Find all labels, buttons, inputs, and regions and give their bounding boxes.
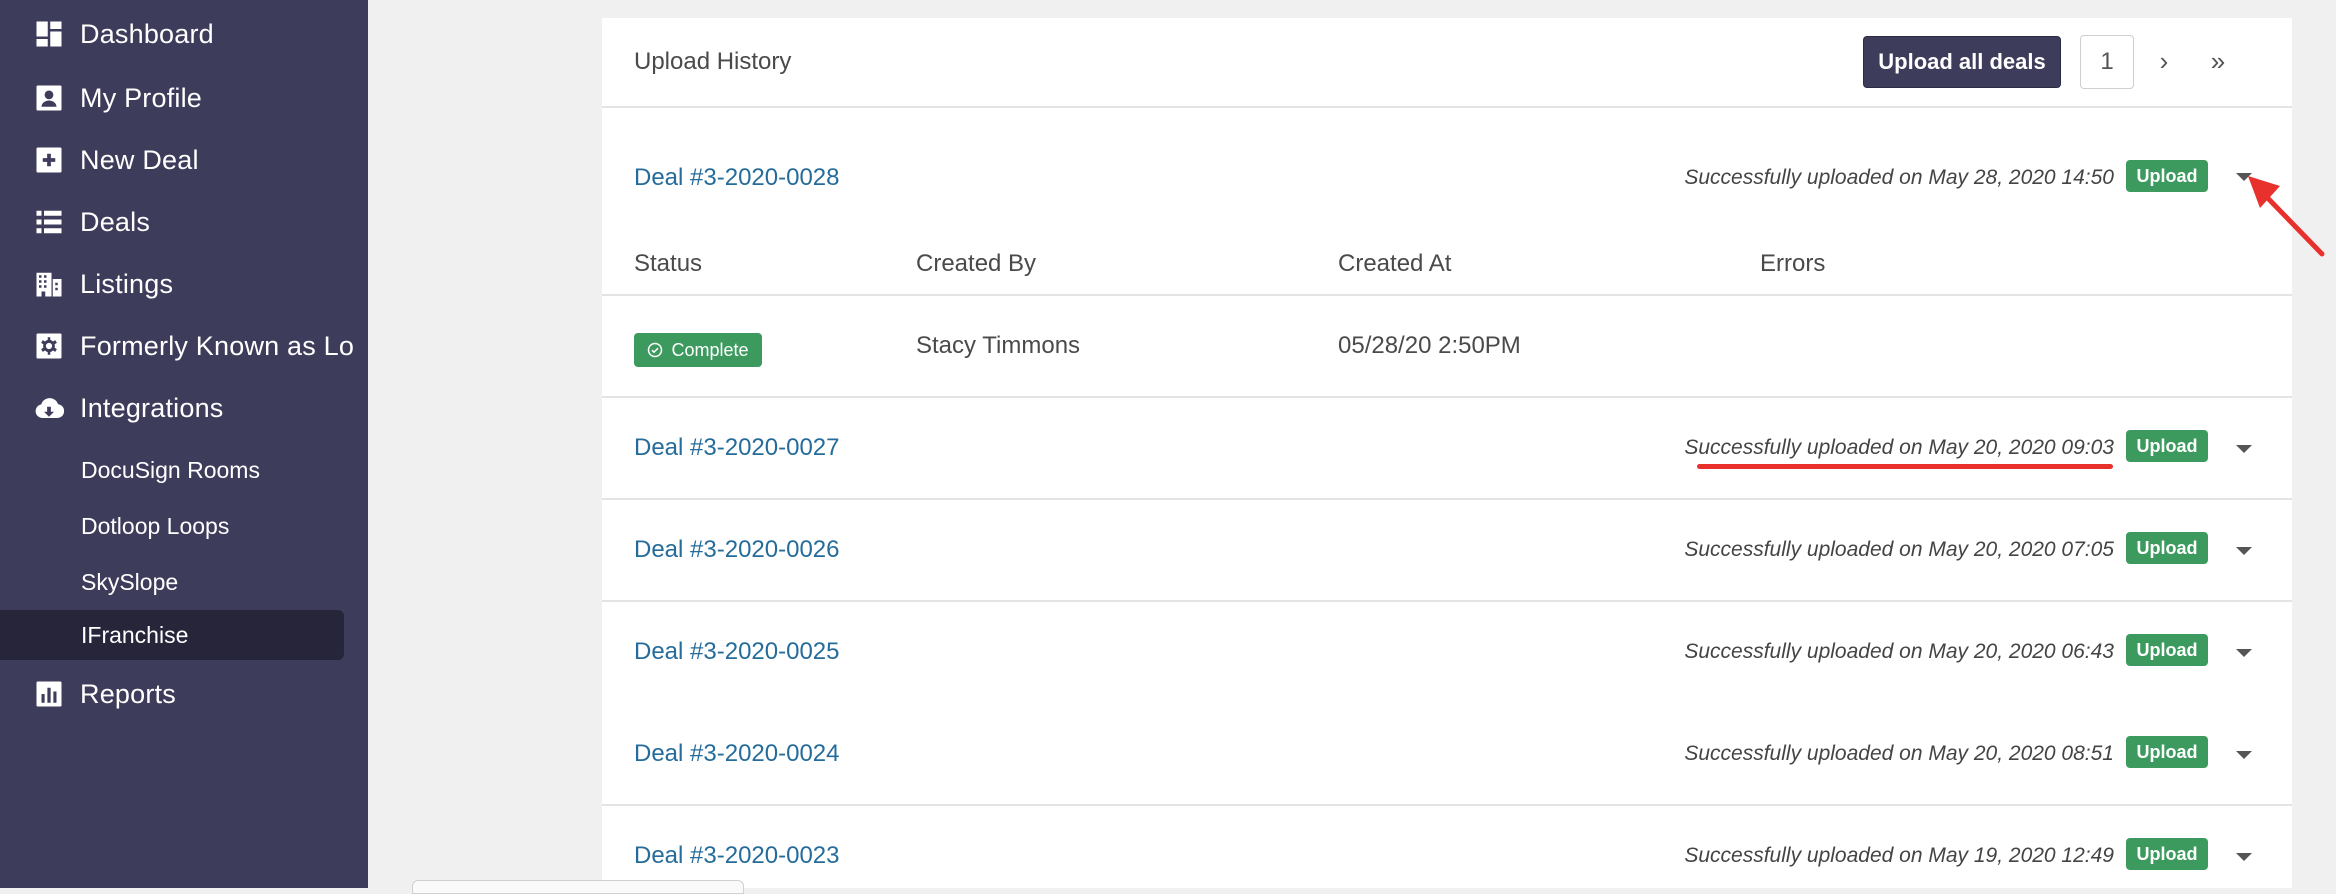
upload-button[interactable]: Upload bbox=[2126, 160, 2208, 192]
sidebar-item-label: Dashboard bbox=[80, 18, 214, 49]
sidebar-item-label: New Deal bbox=[80, 144, 199, 175]
sidebar-item-label: Integrations bbox=[80, 392, 224, 423]
deal-link[interactable]: Deal #3-2020-0023 bbox=[634, 842, 840, 870]
deal-upload-status: Successfully uploaded on May 20, 2020 07… bbox=[1684, 538, 2114, 561]
profile-icon bbox=[34, 83, 64, 113]
chevron-down-icon[interactable] bbox=[2234, 642, 2254, 662]
sidebar-item-label: Reports bbox=[80, 678, 176, 709]
upload-button[interactable]: Upload bbox=[2126, 736, 2208, 768]
sidebar-item-integrations[interactable]: Integrations bbox=[0, 380, 368, 436]
column-header-created-at: Created At bbox=[1338, 250, 1452, 277]
sidebar-item-formerly-known-as[interactable]: Formerly Known as Lo bbox=[0, 318, 368, 374]
chevron-down-icon[interactable] bbox=[2234, 438, 2254, 458]
sidebar-subitem-label: Dotloop Loops bbox=[81, 512, 230, 539]
upload-detail-row: Complete Stacy Timmons 05/28/20 2:50PM bbox=[602, 296, 2292, 398]
deal-upload-status: Successfully uploaded on May 28, 2020 14… bbox=[1684, 166, 2114, 189]
sidebar-item-deals[interactable]: Deals bbox=[0, 194, 368, 250]
sidebar-subitem-dotloop-loops[interactable]: Dotloop Loops bbox=[0, 501, 344, 551]
deal-row: Deal #3-2020-0024 Successfully uploaded … bbox=[602, 704, 2292, 806]
column-header-created-by: Created By bbox=[916, 250, 1037, 277]
sidebar-item-listings[interactable]: Listings bbox=[0, 256, 368, 312]
pagination-last[interactable]: » bbox=[2198, 35, 2238, 87]
sidebar-item-label: My Profile bbox=[80, 82, 203, 113]
sidebar-subitem-docusign-rooms[interactable]: DocuSign Rooms bbox=[0, 445, 344, 495]
pagination-page-1[interactable]: 1 bbox=[2080, 35, 2134, 89]
deal-upload-status: Successfully uploaded on May 20, 2020 06… bbox=[1684, 640, 2114, 663]
dashboard-icon bbox=[34, 19, 64, 49]
status-badge-label: Complete bbox=[671, 339, 749, 360]
annotation-arrow-icon bbox=[2248, 176, 2325, 257]
deal-upload-status: Successfully uploaded on May 19, 2020 12… bbox=[1684, 844, 2114, 867]
sidebar-subitem-ifranchise[interactable]: IFranchise bbox=[0, 610, 344, 660]
sidebar: Dashboard My Profile New Deal Deals List… bbox=[0, 0, 368, 888]
sidebar-item-my-profile[interactable]: My Profile bbox=[0, 70, 368, 126]
upload-button[interactable]: Upload bbox=[2126, 634, 2208, 666]
check-circle-icon bbox=[648, 342, 663, 358]
deal-link[interactable]: Deal #3-2020-0025 bbox=[634, 638, 840, 666]
deal-link[interactable]: Deal #3-2020-0027 bbox=[634, 434, 840, 462]
deal-upload-status: Successfully uploaded on May 20, 2020 09… bbox=[1684, 436, 2114, 459]
upload-button[interactable]: Upload bbox=[2126, 838, 2208, 870]
plus-square-icon bbox=[34, 145, 64, 175]
upload-button[interactable]: Upload bbox=[2126, 430, 2208, 462]
sidebar-subitem-label: SkySlope bbox=[81, 568, 179, 595]
deal-row: Deal #3-2020-0026 Successfully uploaded … bbox=[602, 500, 2292, 602]
sidebar-item-label: Listings bbox=[80, 268, 174, 299]
sidebar-item-reports[interactable]: Reports bbox=[0, 666, 368, 722]
sidebar-item-new-deal[interactable]: New Deal bbox=[0, 132, 368, 188]
sidebar-subitem-label: IFranchise bbox=[81, 621, 189, 648]
deal-link[interactable]: Deal #3-2020-0026 bbox=[634, 536, 840, 564]
deal-row: Deal #3-2020-0023 Successfully uploaded … bbox=[602, 806, 2292, 888]
deal-row: Deal #3-2020-0025 Successfully uploaded … bbox=[602, 602, 2292, 702]
upload-button[interactable]: Upload bbox=[2126, 532, 2208, 564]
deal-upload-status: Successfully uploaded on May 20, 2020 08… bbox=[1684, 742, 2114, 765]
bottom-popup-stub bbox=[412, 880, 744, 894]
panel-title: Upload History bbox=[634, 48, 792, 75]
list-icon bbox=[34, 207, 64, 237]
building-icon bbox=[34, 269, 64, 299]
chevron-down-icon[interactable] bbox=[2234, 540, 2254, 560]
deal-link[interactable]: Deal #3-2020-0028 bbox=[634, 164, 840, 192]
gear-icon bbox=[34, 331, 64, 361]
cloud-download-icon bbox=[34, 393, 64, 423]
deal-row: Deal #3-2020-0027 Successfully uploaded … bbox=[602, 398, 2292, 500]
deal-row: Deal #3-2020-0028 Successfully uploaded … bbox=[602, 108, 2292, 226]
deal-link[interactable]: Deal #3-2020-0024 bbox=[634, 740, 840, 768]
panel-header: Upload History Upload all deals 1 › » bbox=[602, 18, 2292, 108]
created-by-value: Stacy Timmons bbox=[916, 332, 1081, 359]
annotation-underline bbox=[1697, 464, 2113, 469]
sidebar-item-label: Deals bbox=[80, 206, 151, 237]
sidebar-subitem-skyslope[interactable]: SkySlope bbox=[0, 557, 344, 607]
column-header-errors: Errors bbox=[1760, 250, 1826, 277]
created-at-value: 05/28/20 2:50PM bbox=[1338, 332, 1521, 359]
upload-history-panel: Upload History Upload all deals 1 › » De… bbox=[602, 18, 2292, 888]
sidebar-subitem-label: DocuSign Rooms bbox=[81, 456, 260, 483]
pagination-next[interactable]: › bbox=[2144, 35, 2184, 87]
bar-chart-icon bbox=[34, 679, 64, 709]
column-header-status: Status bbox=[634, 250, 703, 277]
sidebar-item-label: Formerly Known as Lo bbox=[80, 330, 355, 361]
sidebar-item-dashboard[interactable]: Dashboard bbox=[0, 6, 368, 62]
chevron-down-icon[interactable] bbox=[2234, 744, 2254, 764]
chevron-down-icon[interactable] bbox=[2234, 846, 2254, 866]
upload-all-deals-button[interactable]: Upload all deals bbox=[1863, 36, 2061, 88]
status-badge: Complete bbox=[634, 333, 762, 367]
upload-detail-header: Status Created By Created At Errors bbox=[602, 226, 2292, 296]
